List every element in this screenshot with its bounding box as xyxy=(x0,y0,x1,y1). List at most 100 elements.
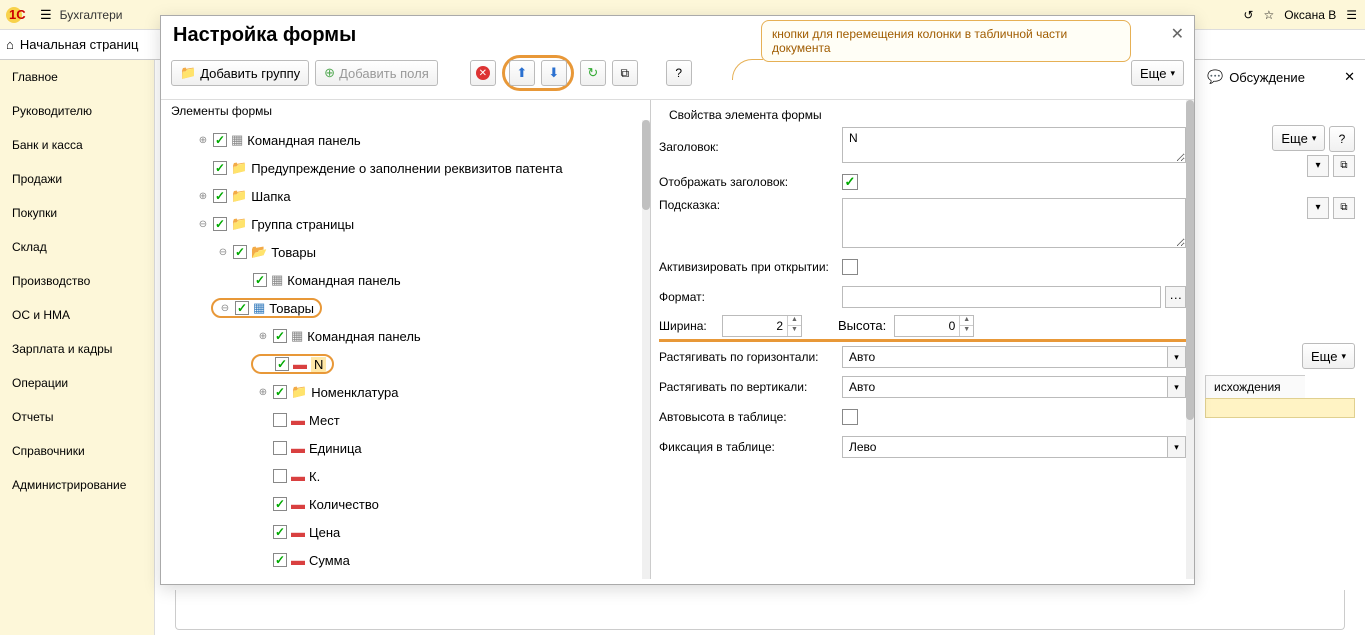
options-icon[interactable]: ☰ xyxy=(1346,8,1357,22)
bg-column-header: исхождения xyxy=(1205,375,1305,399)
nav-purchases[interactable]: Покупки xyxy=(0,196,154,230)
title-input[interactable]: N xyxy=(842,127,1186,163)
tree-page-group[interactable]: ⊖📁Группа страницы xyxy=(171,210,648,238)
more-button-3[interactable]: Еще ▾ xyxy=(1302,343,1355,369)
show-title-label: Отображать заголовок: xyxy=(659,175,834,189)
nav-admin[interactable]: Администрирование xyxy=(0,468,154,502)
height-up[interactable]: ▲ xyxy=(959,316,973,327)
show-title-checkbox[interactable] xyxy=(842,174,858,190)
height-down[interactable]: ▼ xyxy=(959,326,973,336)
activate-checkbox[interactable] xyxy=(842,259,858,275)
nav-sales[interactable]: Продажи xyxy=(0,162,154,196)
checkbox[interactable] xyxy=(273,497,287,511)
add-fields-button[interactable]: ⊕Добавить поля xyxy=(315,60,438,86)
nav-catalogs[interactable]: Справочники xyxy=(0,434,154,468)
tree-k[interactable]: ▬К. xyxy=(171,462,648,490)
nav-warehouse[interactable]: Склад xyxy=(0,230,154,264)
checkbox[interactable] xyxy=(235,301,249,315)
nav-salary[interactable]: Зарплата и кадры xyxy=(0,332,154,366)
props-scroll-thumb[interactable] xyxy=(1186,100,1194,420)
tree-cmd-panel-2[interactable]: ▦Командная панель xyxy=(171,266,648,294)
cmd-panel-icon: ▦ xyxy=(291,328,303,344)
close-icon[interactable]: ✕ xyxy=(1344,69,1355,85)
move-up-button[interactable]: ⬆ xyxy=(509,60,535,86)
restore-button[interactable]: ↻ xyxy=(580,60,606,86)
autoheight-checkbox[interactable] xyxy=(842,409,858,425)
field-icon: ▬ xyxy=(291,440,305,456)
delete-button[interactable]: ✕ xyxy=(470,60,496,86)
bg-dropdown-2[interactable]: ▾ xyxy=(1307,197,1329,219)
width-up[interactable]: ▲ xyxy=(787,316,801,327)
nav-main[interactable]: Главное xyxy=(0,60,154,94)
tree-warning[interactable]: 📁Предупреждение о заполнении реквизитов … xyxy=(171,154,648,182)
title-label: Заголовок: xyxy=(659,140,834,154)
format-input[interactable] xyxy=(842,286,1161,308)
form-settings-modal: Настройка формы ✕ кнопки для перемещения… xyxy=(160,15,1195,585)
stretch-h-label: Растягивать по горизонтали: xyxy=(659,350,834,364)
nav-production[interactable]: Производство xyxy=(0,264,154,298)
tree-sum[interactable]: ▬Сумма xyxy=(171,546,648,574)
tree-scroll-thumb[interactable] xyxy=(642,120,650,210)
tree-cmd-panel-3[interactable]: ⊕▦Командная панель xyxy=(171,322,648,350)
stretch-v-select[interactable] xyxy=(842,376,1168,398)
nav-manager[interactable]: Руководителю xyxy=(0,94,154,128)
stretch-v-dropdown[interactable]: ▾ xyxy=(1168,376,1186,398)
help-button[interactable]: ? xyxy=(666,60,692,86)
checkbox[interactable] xyxy=(273,385,287,399)
checkbox[interactable] xyxy=(253,273,267,287)
copy-button[interactable]: ⧉ xyxy=(612,60,638,86)
nav-reports[interactable]: Отчеты xyxy=(0,400,154,434)
fixation-dropdown[interactable]: ▾ xyxy=(1168,436,1186,458)
help-button-bg[interactable]: ? xyxy=(1329,126,1355,152)
tree-nomenclature[interactable]: ⊕📁Номенклатура xyxy=(171,378,648,406)
tree-goods-1[interactable]: ⊖📂Товары xyxy=(171,238,648,266)
checkbox[interactable] xyxy=(213,133,227,147)
autoheight-label: Автовысота в таблице: xyxy=(659,410,834,424)
more-button-2[interactable]: Еще ▾ xyxy=(1272,125,1325,151)
modal-close-icon[interactable]: ✕ xyxy=(1171,24,1184,44)
hint-label: Подсказка: xyxy=(659,198,834,212)
fixation-select[interactable] xyxy=(842,436,1168,458)
stretch-h-dropdown[interactable]: ▾ xyxy=(1168,346,1186,368)
history-icon[interactable]: ↺ xyxy=(1243,8,1253,22)
nav-assets[interactable]: ОС и НМА xyxy=(0,298,154,332)
stretch-h-select[interactable] xyxy=(842,346,1168,368)
checkbox[interactable] xyxy=(213,217,227,231)
tree-n-selected[interactable]: ▬N xyxy=(171,350,648,378)
bg-popout-1[interactable]: ⧉ xyxy=(1333,155,1355,177)
checkbox[interactable] xyxy=(275,357,289,371)
menu-icon[interactable]: ☰ xyxy=(40,7,52,23)
bg-row-highlight xyxy=(1205,398,1355,418)
tree-qty[interactable]: ▬Количество xyxy=(171,490,648,518)
checkbox[interactable] xyxy=(233,245,247,259)
checkbox[interactable] xyxy=(273,441,287,455)
tree-header[interactable]: ⊕📁Шапка xyxy=(171,182,648,210)
width-down[interactable]: ▼ xyxy=(787,326,801,336)
move-down-button[interactable]: ⬇ xyxy=(541,60,567,86)
home-icon[interactable]: ⌂ xyxy=(6,37,14,52)
tree-places[interactable]: ▬Мест xyxy=(171,406,648,434)
checkbox[interactable] xyxy=(213,189,227,203)
tree-cmd-panel[interactable]: ⊕▦Командная панель xyxy=(171,126,648,154)
checkbox[interactable] xyxy=(273,525,287,539)
checkbox[interactable] xyxy=(213,161,227,175)
width-label: Ширина: xyxy=(659,319,714,333)
favorite-icon[interactable]: ☆ xyxy=(1263,8,1274,22)
tree-price[interactable]: ▬Цена xyxy=(171,518,648,546)
bg-popout-2[interactable]: ⧉ xyxy=(1333,197,1355,219)
add-group-button[interactable]: 📁Добавить группу xyxy=(171,60,309,86)
field-icon: ▬ xyxy=(291,496,305,512)
tree-unit[interactable]: ▬Единица xyxy=(171,434,648,462)
breadcrumb: Начальная страниц xyxy=(20,37,139,52)
more-button[interactable]: Еще ▾ xyxy=(1131,60,1184,86)
format-ellipsis-button[interactable]: … xyxy=(1165,286,1186,308)
hint-input[interactable] xyxy=(842,198,1186,248)
checkbox[interactable] xyxy=(273,329,287,343)
checkbox[interactable] xyxy=(273,413,287,427)
tree-goods-2[interactable]: ⊖▦Товары xyxy=(171,294,648,322)
nav-bank[interactable]: Банк и касса xyxy=(0,128,154,162)
nav-operations[interactable]: Операции xyxy=(0,366,154,400)
bg-dropdown-1[interactable]: ▾ xyxy=(1307,155,1329,177)
checkbox[interactable] xyxy=(273,553,287,567)
checkbox[interactable] xyxy=(273,469,287,483)
